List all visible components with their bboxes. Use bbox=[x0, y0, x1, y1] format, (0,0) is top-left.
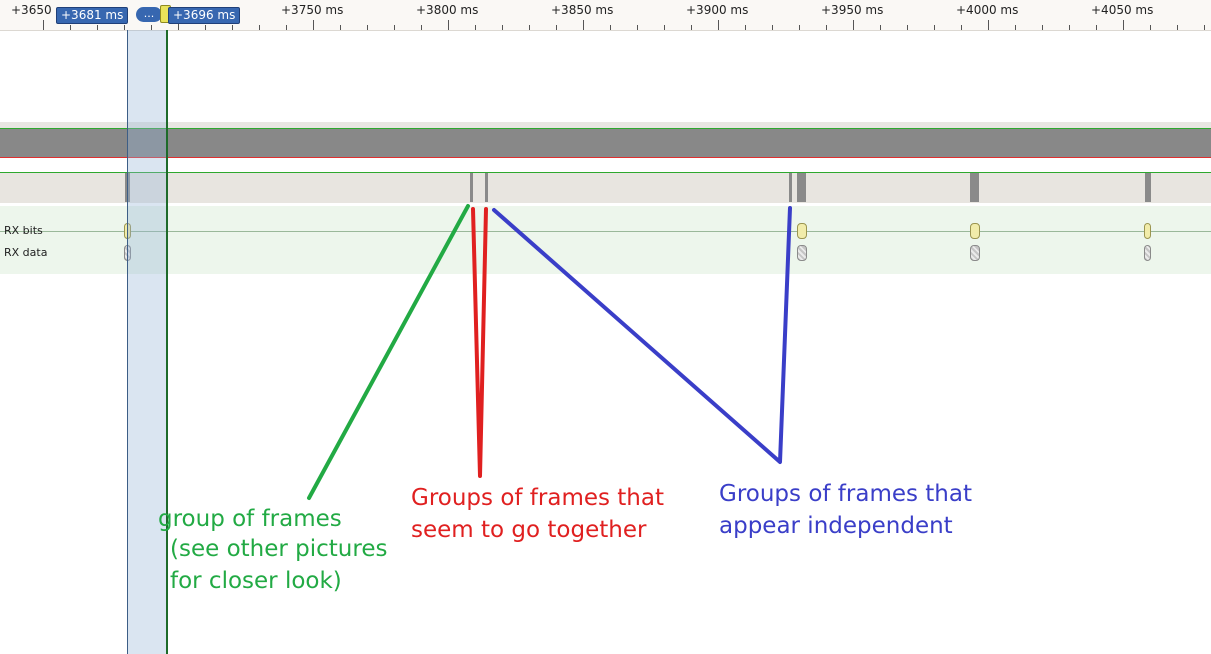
green-annotation-line: (see other pictures bbox=[170, 536, 388, 562]
blue-pointer-line bbox=[492, 206, 792, 464]
green-annotation-line: group of frames bbox=[158, 506, 342, 532]
blue-annotation-line: Groups of frames that bbox=[719, 481, 972, 507]
red-annotation-line: Groups of frames that bbox=[411, 485, 664, 511]
green-pointer-line bbox=[307, 204, 470, 500]
red-pointer-line bbox=[471, 207, 488, 478]
green-annotation-line: for closer look) bbox=[170, 568, 342, 594]
red-annotation-line: seem to go together bbox=[411, 517, 647, 543]
blue-annotation-line: appear independent bbox=[719, 513, 953, 539]
